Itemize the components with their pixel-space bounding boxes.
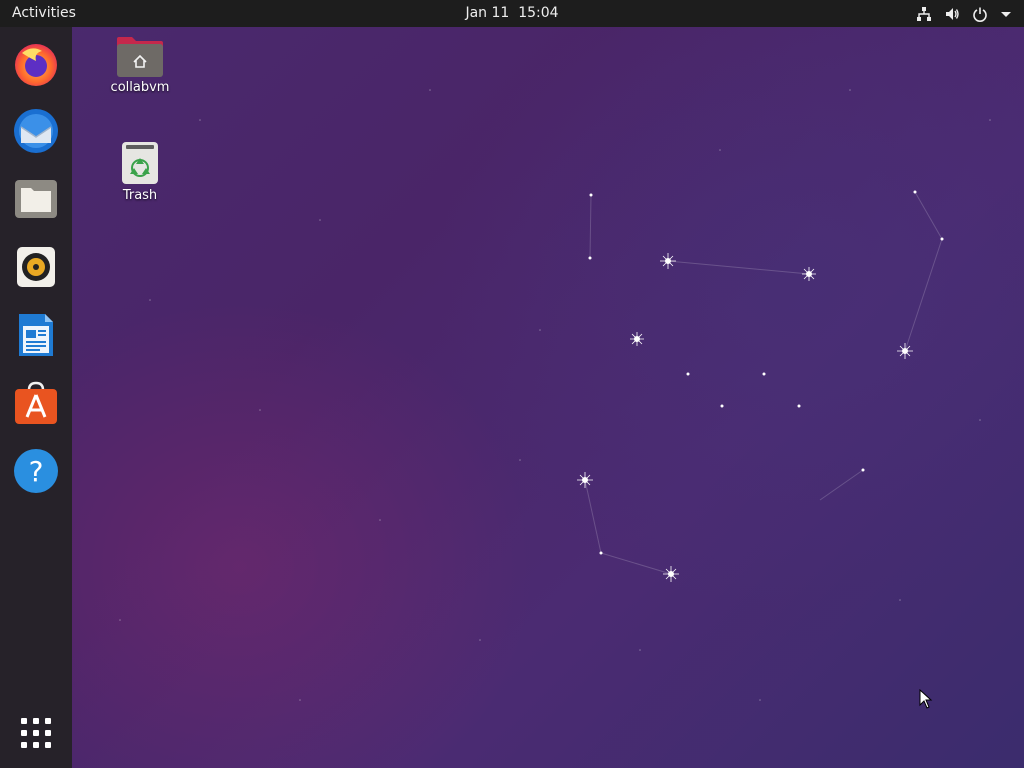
desktop-icon-trash[interactable]: Trash <box>100 140 180 203</box>
top-bar: Activities Jan 11 15:04 <box>0 0 1024 27</box>
dock: ? <box>0 27 72 768</box>
writer-icon <box>19 314 53 356</box>
mouse-cursor-icon <box>919 689 933 709</box>
dock-rhythmbox[interactable] <box>10 241 62 293</box>
menu-arrow-icon[interactable] <box>1000 6 1012 22</box>
clock: Jan 11 15:04 <box>0 5 1024 21</box>
home-folder-icon <box>117 37 163 77</box>
show-applications-button[interactable] <box>10 707 62 759</box>
rhythmbox-icon <box>17 247 55 287</box>
grid-icon <box>21 718 51 748</box>
activities-button[interactable]: Activities <box>12 5 76 21</box>
clock-time: 15:04 <box>518 5 559 21</box>
system-tray[interactable] <box>916 4 1012 23</box>
clock-button[interactable]: Jan 11 15:04 <box>465 5 558 21</box>
svg-text:?: ? <box>29 455 44 488</box>
dock-thunderbird[interactable] <box>10 105 62 157</box>
dock-files[interactable] <box>10 173 62 225</box>
network-icon[interactable] <box>916 6 932 22</box>
dock-ubuntu-software[interactable] <box>10 377 62 429</box>
desktop-background[interactable] <box>0 27 1024 768</box>
desktop-icon-label: Trash <box>122 188 158 203</box>
power-icon[interactable] <box>972 6 988 22</box>
dock-help[interactable]: ? <box>10 445 62 497</box>
desktop-icon-label: collabvm <box>110 80 170 95</box>
dock-firefox[interactable] <box>10 37 62 89</box>
software-icon <box>15 381 57 424</box>
files-icon <box>15 180 57 218</box>
help-icon: ? <box>14 449 58 493</box>
desktop-icon-home[interactable]: collabvm <box>100 36 180 95</box>
trash-icon <box>122 142 158 184</box>
wallpaper-stars <box>119 89 991 701</box>
dock-writer[interactable] <box>10 309 62 361</box>
volume-icon[interactable] <box>944 6 960 22</box>
clock-date: Jan 11 <box>465 5 510 21</box>
firefox-icon <box>15 44 57 86</box>
thunderbird-icon <box>14 109 58 153</box>
